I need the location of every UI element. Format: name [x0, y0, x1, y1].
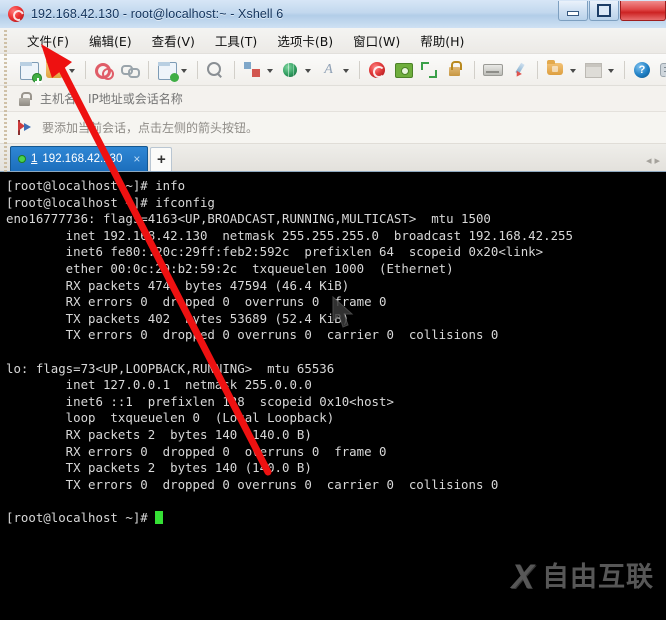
tab-number: 1	[31, 153, 38, 165]
fullscreen-icon[interactable]	[419, 59, 441, 81]
menu-tabs[interactable]: 选项卡(B)	[268, 28, 342, 53]
file-transfer-icon[interactable]	[156, 59, 179, 82]
terminal-line: inet 127.0.0.1 netmask 255.0.0.0	[6, 377, 312, 393]
open-folder-dropdown-icon[interactable]	[68, 59, 77, 81]
toolbar-separator	[148, 60, 149, 79]
capture-icon[interactable]	[393, 59, 415, 81]
font-icon[interactable]: A	[318, 59, 340, 81]
window-controls	[558, 0, 666, 22]
session-manager-icon[interactable]	[93, 59, 115, 81]
toolbar-separator	[537, 60, 538, 79]
menu-edit[interactable]: 编辑(E)	[80, 28, 141, 53]
address-bar[interactable]	[0, 86, 666, 112]
open-folder-icon[interactable]	[44, 58, 66, 81]
terminal-line: [root@localhost ~]# ifconfig	[6, 194, 215, 210]
terminal-line: [root@localhost ~]# info	[6, 178, 186, 193]
minimize-button[interactable]	[558, 1, 588, 21]
status-dot-icon	[18, 155, 26, 163]
panel-icon[interactable]	[583, 59, 605, 81]
terminal-line: inet 192.168.42.130 netmask 255.255.255.…	[6, 227, 573, 243]
lock-icon	[18, 91, 32, 106]
new-session-icon[interactable]	[18, 59, 42, 85]
toolbar-separator	[234, 60, 235, 79]
terminal-line: TX errors 0 dropped 0 overruns 0 carrier…	[6, 476, 499, 492]
watermark-text: 自由互联	[542, 561, 654, 593]
globe-icon[interactable]	[280, 59, 302, 81]
tab-bar: 1 192.168.42.130 × + ◂ ▸	[0, 144, 666, 172]
terminal-line: inet6 ::1 prefixlen 128 scopeid 0x10<hos…	[6, 393, 394, 409]
tab-session-1[interactable]: 1 192.168.42.130 ×	[10, 146, 149, 171]
link-icon[interactable]	[119, 59, 141, 81]
address-input[interactable]	[40, 91, 666, 106]
maximize-button[interactable]	[589, 1, 619, 21]
toolbar-separator	[85, 60, 86, 79]
globe-dropdown-icon[interactable]	[304, 59, 313, 81]
terminal-screen[interactable]: [root@localhost ~]# info [root@localhost …	[0, 172, 666, 620]
chat-icon[interactable]	[658, 59, 666, 81]
toolbar-separator	[197, 60, 198, 79]
toolbar: A ?	[0, 54, 666, 86]
terminal-line: RX packets 2 bytes 140 (140.0 B)	[6, 426, 312, 442]
terminal-line: loop txqueuelen 0 (Local Loopback)	[6, 410, 335, 426]
toolbar-separator	[359, 60, 360, 79]
layout-dropdown-icon[interactable]	[266, 59, 275, 81]
close-icon[interactable]: ×	[133, 153, 140, 165]
title-bar: 192.168.42.130 - root@localhost:~ - Xshe…	[0, 0, 666, 29]
tab-nav-controls: ◂ ▸	[646, 156, 666, 171]
toolbar-drag-handle[interactable]	[4, 30, 7, 172]
open-file-dropdown-icon[interactable]	[569, 59, 578, 81]
terminal-line: inet6 fe80::20c:29ff:feb2:592c prefixlen…	[6, 244, 544, 260]
menu-view[interactable]: 查看(V)	[143, 28, 204, 53]
watermark-logo: X	[511, 558, 534, 596]
open-file-icon[interactable]	[545, 59, 567, 81]
terminal-line: TX packets 2 bytes 140 (140.0 B)	[6, 460, 312, 476]
notice-text: 要添加当前会话，点击左侧的箭头按钮。	[42, 121, 259, 135]
window-title: 192.168.42.130 - root@localhost:~ - Xshe…	[31, 7, 284, 21]
flag-icon	[18, 120, 34, 135]
xshell-logo-icon	[7, 5, 25, 23]
watermark: X 自由互联	[511, 560, 654, 594]
xshell-window: 192.168.42.130 - root@localhost:~ - Xshe…	[0, 0, 666, 620]
tab-prev-icon[interactable]: ◂	[646, 156, 652, 167]
menu-bar: 文件(F) 编辑(E) 查看(V) 工具(T) 选项卡(B) 窗口(W) 帮助(…	[0, 28, 666, 54]
keyboard-icon[interactable]	[482, 59, 504, 81]
terminal-line: RX errors 0 dropped 0 overruns 0 frame 0	[6, 443, 387, 459]
xshell-icon[interactable]	[367, 59, 389, 81]
search-icon[interactable]	[205, 59, 227, 81]
terminal-line: eno16777736: flags=4163<UP,BROADCAST,RUN…	[6, 211, 491, 227]
layout-icon[interactable]	[242, 59, 264, 81]
help-icon[interactable]: ?	[632, 59, 654, 81]
tab-label: 192.168.42.130	[42, 153, 123, 165]
add-tab-button[interactable]: +	[150, 147, 173, 171]
notice-bar: 要添加当前会话，点击左侧的箭头按钮。	[0, 112, 666, 144]
highlight-pen-icon[interactable]	[508, 59, 530, 81]
lock-icon[interactable]	[445, 59, 467, 81]
tab-next-icon[interactable]: ▸	[654, 156, 660, 167]
terminal-content: [root@localhost ~]# info [root@localhost …	[0, 172, 666, 526]
file-transfer-dropdown-icon[interactable]	[180, 59, 189, 81]
panel-dropdown-icon[interactable]	[607, 59, 616, 81]
menu-file[interactable]: 文件(F)	[18, 28, 78, 53]
mouse-pointer-icon	[332, 296, 354, 328]
terminal-cursor	[155, 510, 164, 524]
terminal-line: ether 00:0c:29:b2:59:2c txqueuelen 1000 …	[6, 260, 454, 276]
menu-help[interactable]: 帮助(H)	[411, 28, 473, 53]
terminal-line: RX packets 474 bytes 47594 (46.4 KiB)	[6, 277, 350, 293]
terminal-line: lo: flags=73<UP,LOOPBACK,RUNNING> mtu 65…	[6, 360, 335, 376]
toolbar-separator	[624, 60, 625, 79]
font-dropdown-icon[interactable]	[342, 59, 351, 81]
close-button[interactable]	[620, 1, 666, 21]
menu-window[interactable]: 窗口(W)	[344, 28, 409, 53]
terminal-line: [root@localhost ~]#	[6, 510, 666, 527]
menu-tools[interactable]: 工具(T)	[206, 28, 266, 53]
toolbar-separator	[474, 60, 475, 79]
